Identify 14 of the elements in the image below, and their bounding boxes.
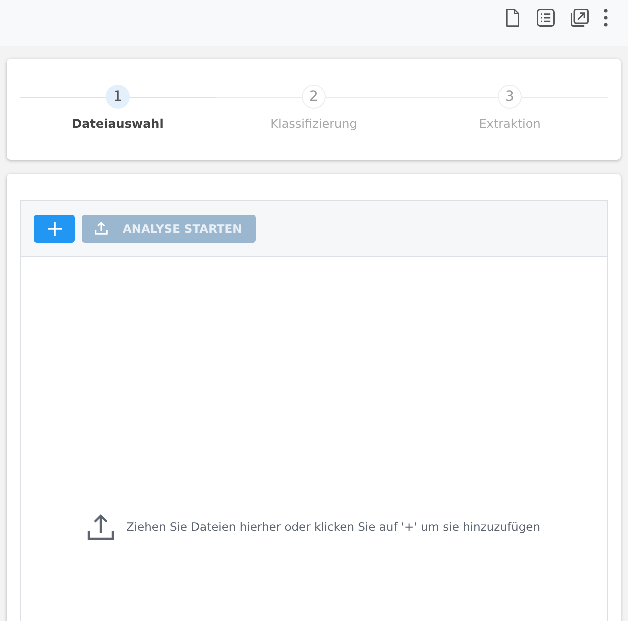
step-number[interactable]: 2: [302, 85, 326, 109]
step-label[interactable]: Extraktion: [479, 117, 541, 131]
upload-icon: [94, 221, 109, 236]
plus-icon: [46, 220, 62, 236]
step-number[interactable]: 1: [106, 85, 130, 109]
step-label[interactable]: Klassifizierung: [270, 117, 358, 131]
open-external-icon[interactable]: [569, 7, 591, 29]
step-label[interactable]: Dateiauswahl: [72, 117, 164, 131]
upload-icon: [87, 513, 116, 541]
list-icon[interactable]: [535, 7, 557, 29]
step-number[interactable]: 3: [498, 85, 522, 109]
add-button[interactable]: [34, 214, 75, 242]
drop-hint-text: Ziehen Sie Dateien hierher oder klicken Sie auf '+' um sie hinzuzufügen: [126, 520, 541, 534]
more-icon[interactable]: [603, 8, 609, 28]
